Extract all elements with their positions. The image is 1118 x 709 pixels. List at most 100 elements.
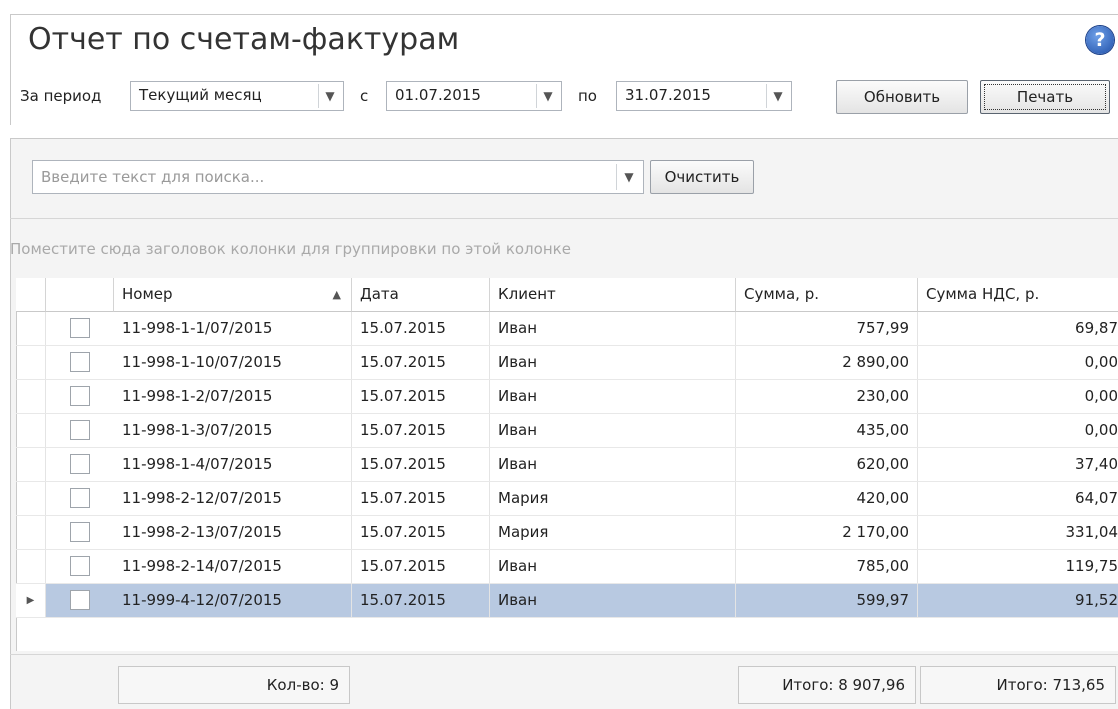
chevron-down-icon[interactable]: ▼ [536, 84, 559, 108]
cell-vat: 0,00 [1084, 353, 1118, 371]
cell-date: 15.07.2015 [352, 380, 490, 413]
cell-number: 11-998-1-3/07/2015 [114, 414, 352, 447]
cell-sum: 785,00 [736, 550, 918, 583]
cell-vat: 37,40 [1075, 455, 1118, 473]
date-from-picker[interactable]: 01.07.2015 ▼ [386, 81, 562, 111]
row-checkbox[interactable] [70, 386, 90, 406]
date-from-value: 01.07.2015 [395, 86, 481, 104]
to-label: по [578, 87, 597, 105]
cell-client: Иван [490, 414, 736, 447]
column-header-date[interactable]: Дата [352, 278, 490, 312]
cell-number: 11-998-1-4/07/2015 [114, 448, 352, 481]
column-label: Дата [360, 285, 399, 303]
row-indicator [16, 312, 46, 345]
cell-number: 11-998-2-12/07/2015 [114, 482, 352, 515]
row-indicator [16, 516, 46, 549]
search-placeholder: Введите текст для поиска... [41, 168, 265, 186]
cell-sum: 599,97 [736, 584, 918, 617]
cell-sum: 435,00 [736, 414, 918, 447]
search-input[interactable]: Введите текст для поиска... ▼ [32, 160, 644, 194]
vat-total: Итого: 713,65 [920, 666, 1116, 704]
refresh-button[interactable]: Обновить [836, 80, 968, 114]
cell-number: 11-999-4-12/07/2015 [114, 584, 352, 617]
cell-sum: 230,00 [736, 380, 918, 413]
table-row[interactable]: 11-998-1-1/07/2015 15.07.2015 Иван 757,9… [16, 312, 1118, 346]
column-label: Сумма, р. [744, 285, 819, 303]
cell-date: 15.07.2015 [352, 550, 490, 583]
sum-total: Итого: 8 907,96 [738, 666, 916, 704]
page-title: Отчет по счетам-фактурам [20, 18, 468, 62]
row-checkbox[interactable] [70, 420, 90, 440]
column-header-client[interactable]: Клиент [490, 278, 736, 312]
row-indicator [16, 482, 46, 515]
cell-date: 15.07.2015 [352, 312, 490, 345]
cell-vat: 0,00 [1084, 387, 1118, 405]
chevron-down-icon[interactable]: ▼ [616, 164, 641, 190]
cell-number: 11-998-2-14/07/2015 [114, 550, 352, 583]
from-label: с [360, 87, 369, 105]
table-row[interactable]: 11-998-1-2/07/2015 15.07.2015 Иван 230,0… [16, 380, 1118, 414]
row-indicator [16, 550, 46, 583]
chevron-down-icon[interactable]: ▼ [766, 84, 789, 108]
cell-sum: 620,00 [736, 448, 918, 481]
cell-sum: 420,00 [736, 482, 918, 515]
row-checkbox[interactable] [70, 556, 90, 576]
column-label: Клиент [498, 285, 556, 303]
period-select[interactable]: Текущий месяц ▼ [130, 81, 344, 111]
period-label: За период [20, 87, 102, 105]
cell-sum: 2 170,00 [736, 516, 918, 549]
cell-sum: 757,99 [736, 312, 918, 345]
sort-ascending-icon: ▲ [332, 288, 341, 301]
cell-date: 15.07.2015 [352, 516, 490, 549]
chevron-down-icon[interactable]: ▼ [318, 84, 341, 108]
cell-number: 11-998-1-2/07/2015 [114, 380, 352, 413]
period-value: Текущий месяц [139, 86, 262, 104]
column-label: Сумма НДС, р. [926, 285, 1040, 303]
row-checkbox[interactable] [70, 352, 90, 372]
row-checkbox[interactable] [70, 522, 90, 542]
cell-client: Мария [490, 482, 736, 515]
row-indicator [16, 414, 46, 447]
cell-date: 15.07.2015 [352, 482, 490, 515]
column-label: Номер [122, 285, 173, 303]
column-header-sum[interactable]: Сумма, р. [736, 278, 918, 312]
group-by-hint: Поместите сюда заголовок колонки для гру… [10, 240, 571, 258]
row-indicator [16, 448, 46, 481]
cell-client: Иван [490, 448, 736, 481]
table-row-selected[interactable]: ▶ 11-999-4-12/07/2015 15.07.2015 Иван 59… [16, 584, 1118, 618]
cell-date: 15.07.2015 [352, 346, 490, 379]
cell-number: 11-998-2-13/07/2015 [114, 516, 352, 549]
column-header-vat[interactable]: Сумма НДС, р. [918, 278, 1118, 312]
clear-button[interactable]: Очистить [650, 160, 754, 194]
cell-client: Иван [490, 346, 736, 379]
row-count: Кол-во: 9 [118, 666, 350, 704]
help-icon[interactable]: ? [1086, 26, 1114, 54]
cell-date: 15.07.2015 [352, 448, 490, 481]
divider [10, 218, 1118, 219]
row-checkbox[interactable] [70, 488, 90, 508]
table-row[interactable]: 11-998-2-13/07/2015 15.07.2015 Мария 2 1… [16, 516, 1118, 550]
cell-client: Иван [490, 550, 736, 583]
cell-number: 11-998-1-1/07/2015 [114, 312, 352, 345]
column-header-number[interactable]: Номер ▲ [114, 278, 352, 312]
cell-vat: 64,07 [1075, 489, 1118, 507]
table-row[interactable]: 11-998-2-12/07/2015 15.07.2015 Мария 420… [16, 482, 1118, 516]
divider [10, 654, 1118, 655]
checkbox-header[interactable] [46, 278, 114, 312]
cell-sum: 2 890,00 [736, 346, 918, 379]
row-checkbox[interactable] [70, 454, 90, 474]
cell-date: 15.07.2015 [352, 414, 490, 447]
print-button[interactable]: Печать [980, 80, 1110, 114]
cell-number: 11-998-1-10/07/2015 [114, 346, 352, 379]
table-row[interactable]: 11-998-1-10/07/2015 15.07.2015 Иван 2 89… [16, 346, 1118, 380]
cell-client: Иван [490, 380, 736, 413]
row-checkbox[interactable] [70, 590, 90, 610]
cell-client: Иван [490, 312, 736, 345]
row-indicator [16, 380, 46, 413]
date-to-picker[interactable]: 31.07.2015 ▼ [616, 81, 792, 111]
cell-client: Мария [490, 516, 736, 549]
row-checkbox[interactable] [70, 318, 90, 338]
table-row[interactable]: 11-998-2-14/07/2015 15.07.2015 Иван 785,… [16, 550, 1118, 584]
table-row[interactable]: 11-998-1-4/07/2015 15.07.2015 Иван 620,0… [16, 448, 1118, 482]
table-row[interactable]: 11-998-1-3/07/2015 15.07.2015 Иван 435,0… [16, 414, 1118, 448]
